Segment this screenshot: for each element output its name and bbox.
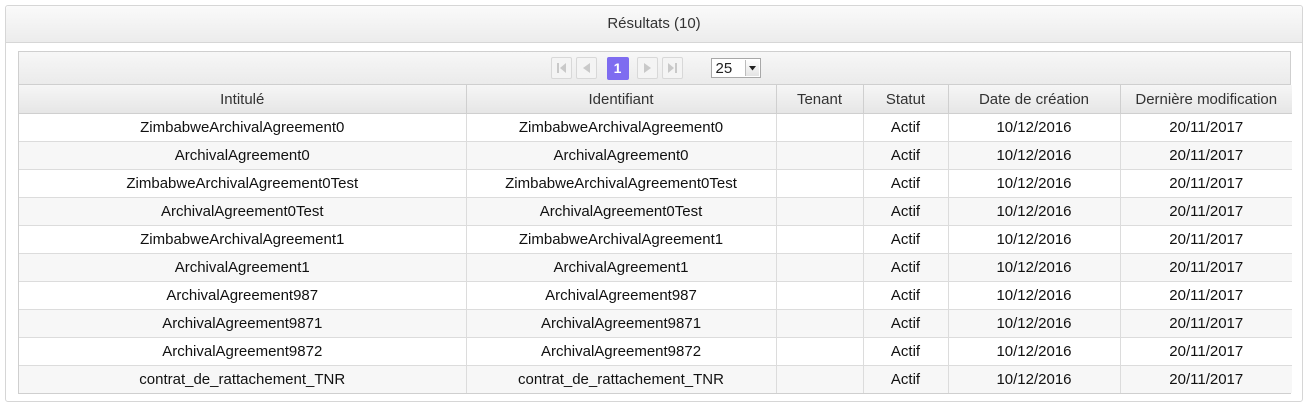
cell-tenant [776,253,864,282]
cell-derniere-modification: 20/11/2017 [1120,197,1292,226]
cell-derniere-modification: 20/11/2017 [1120,141,1292,170]
cell-statut: Actif [863,309,949,338]
cell-intitule: ZimbabweArchivalAgreement1 [19,225,467,254]
cell-date-creation: 10/12/2016 [948,141,1121,170]
cell-tenant [776,141,864,170]
column-header-tenant[interactable]: Tenant [776,85,864,114]
table-row[interactable]: ArchivalAgreement0Test ArchivalAgreement0… [19,197,1292,226]
column-header-statut[interactable]: Statut [863,85,949,114]
table-row[interactable]: ArchivalAgreement987 ArchivalAgreement987… [19,281,1292,310]
first-page-icon [556,63,566,73]
cell-intitule: ArchivalAgreement0 [19,141,467,170]
previous-page-button[interactable] [575,57,597,79]
rows-per-page-value: 25 [715,59,733,77]
cell-date-creation: 10/12/2016 [948,253,1121,282]
cell-identifiant: ArchivalAgreement0Test [466,197,777,226]
table-row[interactable]: ZimbabweArchivalAgreement0 ZimbabweArchiv… [19,113,1292,142]
cell-tenant [776,337,864,366]
cell-tenant [776,197,864,226]
column-header-identifiant[interactable]: Identifiant [466,85,777,114]
table-row[interactable]: ArchivalAgreement1 ArchivalAgreement1 Acti… [19,253,1292,282]
column-header-derniere-modification[interactable]: Dernière modification [1120,85,1292,114]
table-body: ZimbabweArchivalAgreement0 ZimbabweArchiv… [19,113,1292,393]
cell-identifiant: ZimbabweArchivalAgreement0Test [466,169,777,198]
results-panel: Résultats (10) 1 25 Intitulé Identifiant… [5,5,1303,402]
table-row[interactable]: ZimbabweArchivalAgreement0Test ZimbabweAr… [19,169,1292,198]
cell-identifiant: contrat_de_rattachement_TNR [466,365,777,393]
next-page-button[interactable] [636,57,658,79]
cell-statut: Actif [863,197,949,226]
last-page-button[interactable] [661,57,683,79]
cell-date-creation: 10/12/2016 [948,225,1121,254]
cell-tenant [776,365,864,393]
cell-intitule: ArchivalAgreement987 [19,281,467,310]
cell-intitule: ArchivalAgreement0Test [19,197,467,226]
table-row[interactable]: ArchivalAgreement9871 ArchivalAgreement98… [19,309,1292,338]
cell-tenant [776,309,864,338]
next-page-icon [643,63,651,73]
cell-derniere-modification: 20/11/2017 [1120,253,1292,282]
cell-tenant [776,169,864,198]
cell-derniere-modification: 20/11/2017 [1120,337,1292,366]
cell-identifiant: ZimbabweArchivalAgreement0 [466,113,777,142]
table-row[interactable]: ArchivalAgreement9872 ArchivalAgreement98… [19,337,1292,366]
chevron-down-icon[interactable] [744,60,759,76]
cell-intitule: ArchivalAgreement9871 [19,309,467,338]
cell-date-creation: 10/12/2016 [948,309,1121,338]
cell-tenant [776,225,864,254]
cell-statut: Actif [863,141,949,170]
table-row[interactable]: ZimbabweArchivalAgreement1 ZimbabweArchiv… [19,225,1292,254]
table-row[interactable]: contrat_de_rattachement_TNR contrat_de_ra… [19,365,1292,393]
cell-tenant [776,281,864,310]
cell-date-creation: 10/12/2016 [948,113,1121,142]
table-row[interactable]: ArchivalAgreement0 ArchivalAgreement0 Acti… [19,141,1292,170]
cell-intitule: ZimbabweArchivalAgreement0Test [19,169,467,198]
cell-tenant [776,113,864,142]
cell-derniere-modification: 20/11/2017 [1120,169,1292,198]
panel-title: Résultats (10) [6,6,1302,43]
cell-derniere-modification: 20/11/2017 [1120,225,1292,254]
cell-intitule: ArchivalAgreement1 [19,253,467,282]
page-1-button[interactable]: 1 [606,56,629,80]
cell-date-creation: 10/12/2016 [948,337,1121,366]
results-table: 1 25 Intitulé Identifiant Tenant Statut … [18,51,1292,394]
cell-statut: Actif [863,337,949,366]
first-page-button[interactable] [550,57,572,79]
cell-statut: Actif [863,225,949,254]
cell-date-creation: 10/12/2016 [948,365,1121,393]
cell-derniere-modification: 20/11/2017 [1120,281,1292,310]
cell-intitule: ArchivalAgreement9872 [19,337,467,366]
results-grid: Intitulé Identifiant Tenant Statut Date … [19,85,1292,393]
previous-page-icon [582,63,590,73]
cell-derniere-modification: 20/11/2017 [1120,365,1292,393]
cell-statut: Actif [863,365,949,393]
cell-statut: Actif [863,281,949,310]
cell-derniere-modification: 20/11/2017 [1120,309,1292,338]
cell-identifiant: ArchivalAgreement9871 [466,309,777,338]
paginator: 1 25 [19,52,1290,85]
last-page-icon [667,63,677,73]
cell-identifiant: ZimbabweArchivalAgreement1 [466,225,777,254]
cell-identifiant: ArchivalAgreement1 [466,253,777,282]
cell-identifiant: ArchivalAgreement0 [466,141,777,170]
column-header-date-creation[interactable]: Date de création [948,85,1121,114]
cell-statut: Actif [863,113,949,142]
cell-intitule: ZimbabweArchivalAgreement0 [19,113,467,142]
cell-date-creation: 10/12/2016 [948,281,1121,310]
cell-statut: Actif [863,169,949,198]
cell-date-creation: 10/12/2016 [948,197,1121,226]
rows-per-page-select[interactable]: 25 [710,58,761,78]
table-header-row: Intitulé Identifiant Tenant Statut Date … [19,85,1292,114]
cell-intitule: contrat_de_rattachement_TNR [19,365,467,393]
column-header-intitule[interactable]: Intitulé [19,85,467,114]
cell-date-creation: 10/12/2016 [948,169,1121,198]
cell-statut: Actif [863,253,949,282]
cell-identifiant: ArchivalAgreement9872 [466,337,777,366]
cell-derniere-modification: 20/11/2017 [1120,113,1292,142]
cell-identifiant: ArchivalAgreement987 [466,281,777,310]
